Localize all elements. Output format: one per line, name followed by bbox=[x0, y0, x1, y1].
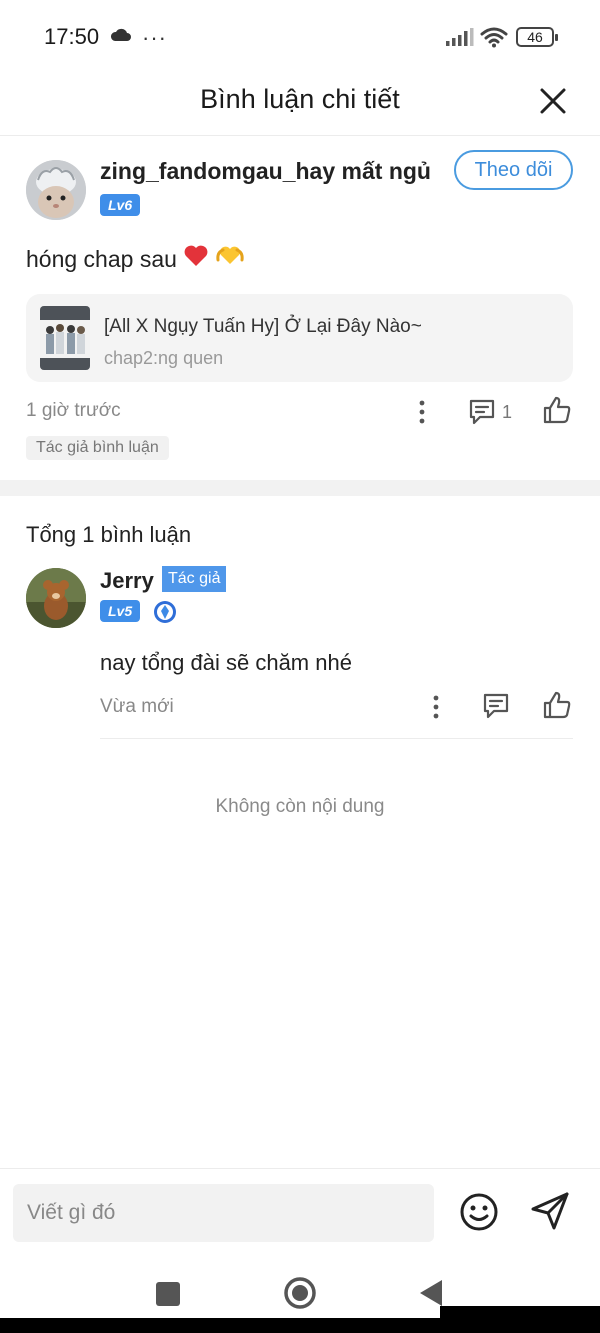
avatar[interactable] bbox=[26, 160, 86, 220]
status-bar: 17:50 ··· 46 bbox=[0, 0, 600, 72]
more-dots-icon: ··· bbox=[142, 25, 167, 50]
avatar[interactable] bbox=[26, 568, 86, 628]
like-button[interactable] bbox=[542, 395, 572, 430]
work-cover-image bbox=[40, 306, 90, 370]
close-button[interactable] bbox=[536, 84, 570, 118]
end-of-content-label: Không còn nội dung bbox=[215, 796, 385, 817]
page-title: Bình luận chi tiết bbox=[200, 84, 400, 114]
work-card[interactable]: [All X Ngụy Tuấn Hy] Ở Lại Đây Nào~ chap… bbox=[26, 294, 573, 382]
thumbs-up-icon bbox=[543, 396, 571, 424]
home-circle-icon bbox=[284, 1277, 316, 1309]
comment-icon bbox=[469, 399, 495, 425]
follow-button[interactable]: Theo dõi bbox=[454, 150, 573, 190]
home-button[interactable] bbox=[283, 1276, 317, 1315]
send-icon bbox=[531, 1192, 569, 1230]
comment-body: hóng chap sau bbox=[26, 245, 177, 272]
author-commented-tag: Tác giả bình luận bbox=[26, 436, 169, 460]
more-options-button[interactable] bbox=[427, 693, 445, 726]
battery-icon: 46 bbox=[516, 27, 558, 47]
reply-time: Vừa mới bbox=[100, 696, 174, 717]
recents-button[interactable] bbox=[156, 1282, 180, 1306]
close-icon bbox=[540, 88, 566, 114]
vertical-dots-icon bbox=[419, 400, 425, 424]
like-button[interactable] bbox=[542, 690, 572, 725]
gem-badge-icon bbox=[153, 600, 177, 629]
reply-divider bbox=[100, 738, 573, 739]
main-comment: zing_fandomgau_hay mất ngủ Lv6 Theo dõi … bbox=[0, 136, 600, 480]
comment-text: hóng chap sau bbox=[26, 244, 245, 274]
send-button[interactable] bbox=[529, 1190, 571, 1237]
signal-icon bbox=[446, 28, 474, 51]
heart-hands-icon bbox=[215, 244, 245, 274]
screen-edge bbox=[440, 1306, 600, 1333]
work-chapter: chap2:ng quen bbox=[104, 348, 224, 368]
back-triangle-icon bbox=[420, 1280, 442, 1306]
vertical-dots-icon bbox=[433, 695, 439, 719]
section-divider bbox=[0, 480, 600, 496]
reply-button[interactable] bbox=[468, 398, 496, 431]
smiley-icon bbox=[460, 1193, 498, 1231]
comment-input-bar bbox=[0, 1168, 600, 1256]
thumbs-up-icon bbox=[543, 691, 571, 719]
cloud-icon bbox=[110, 28, 132, 47]
comment-icon bbox=[483, 693, 509, 719]
reply-count: 1 bbox=[502, 402, 513, 422]
reply-text: nay tổng đài sẽ chăm nhé bbox=[100, 650, 352, 675]
status-time: 17:50 bbox=[44, 24, 100, 49]
username[interactable]: zing_fandomgau_hay mất ngủ bbox=[100, 158, 431, 185]
level-badge: Lv5 bbox=[100, 600, 141, 622]
more-options-button[interactable] bbox=[413, 398, 431, 431]
work-title: [All X Ngụy Tuấn Hy] Ở Lại Đây Nào~ bbox=[104, 316, 422, 337]
header: Bình luận chi tiết bbox=[0, 72, 600, 136]
reply-button[interactable] bbox=[482, 692, 510, 725]
wifi-icon bbox=[480, 26, 508, 53]
comment-input[interactable] bbox=[13, 1184, 434, 1242]
level-badge: Lv6 bbox=[100, 194, 141, 216]
author-badge: Tác giả bbox=[162, 566, 227, 592]
heart-icon bbox=[183, 244, 209, 274]
comment-time: 1 giờ trước bbox=[26, 400, 121, 421]
emoji-button[interactable] bbox=[458, 1191, 500, 1238]
total-comments-label: Tổng 1 bình luận bbox=[26, 522, 192, 547]
username[interactable]: Jerry bbox=[100, 568, 154, 594]
